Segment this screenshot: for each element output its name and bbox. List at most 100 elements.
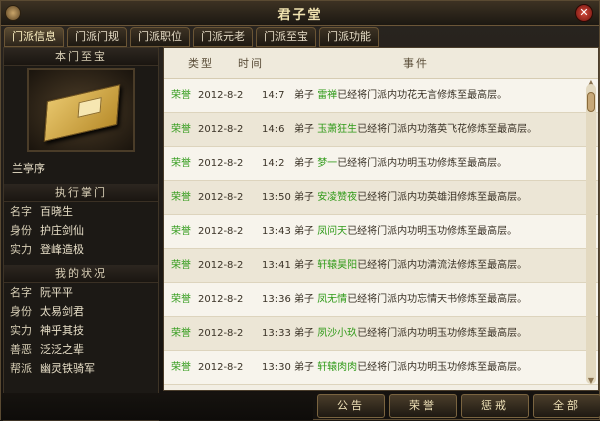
event-time: 13:33 bbox=[262, 328, 291, 339]
my-status-row: 帮派 幽灵铁骑军 bbox=[4, 359, 158, 378]
event-prefix: 弟子 bbox=[294, 90, 314, 101]
tab-sect-info[interactable]: 门派信息 bbox=[4, 27, 64, 47]
event-suffix: 已经将门派内功明玉功修炼至最高层。 bbox=[357, 362, 528, 373]
event-suffix: 已经将门派内功明玉功修炼至最高层。 bbox=[357, 328, 528, 339]
treasure-header: 本门至宝 bbox=[4, 48, 158, 66]
event-text: 弟子 梦一已经将门派内功明玉功修炼至最高层。 bbox=[294, 147, 598, 180]
close-icon: ✕ bbox=[579, 6, 589, 19]
event-prefix: 弟子 bbox=[294, 192, 314, 203]
treasure-name: 兰亭序 bbox=[12, 162, 45, 175]
tab-bar: 门派信息 门派门规 门派职位 门派元老 门派至宝 门派功能 bbox=[1, 27, 599, 49]
event-suffix: 已经将门派内功花无言修炼至最高层。 bbox=[337, 90, 508, 101]
event-date: 2012-8-2 bbox=[198, 260, 244, 271]
event-text: 弟子 轩辕昊阳已经将门派内功清流法修炼至最高层。 bbox=[294, 249, 598, 282]
disciple-name-link[interactable]: 轩辕昊阳 bbox=[317, 260, 357, 271]
leader-value-identity: 护庄剑仙 bbox=[40, 224, 84, 237]
event-prefix: 弟子 bbox=[294, 328, 314, 339]
scroll-thumb[interactable] bbox=[587, 92, 595, 112]
my-label-guild: 帮派 bbox=[10, 362, 32, 375]
header-type: 类型 bbox=[188, 57, 214, 70]
event-date: 2012-8-2 bbox=[198, 226, 244, 237]
event-date: 2012-8-2 bbox=[198, 328, 244, 339]
my-label-morality: 善恶 bbox=[10, 343, 32, 356]
event-type: 荣誉 bbox=[171, 158, 191, 169]
close-button[interactable]: ✕ bbox=[575, 4, 593, 22]
my-status-row: 身份 太易剑君 bbox=[4, 302, 158, 321]
title-bar: 君子堂 ✕ bbox=[1, 1, 599, 26]
event-time: 13:41 bbox=[262, 260, 291, 271]
event-text: 弟子 玉萧狂生已经将门派内功落英飞花修炼至最高层。 bbox=[294, 113, 598, 146]
leader-row: 名字 百晓生 bbox=[4, 202, 158, 221]
table-row: 荣誉 2012-8-2 13:50 弟子 安凌赞夜已经将门派内功英雄泪修炼至最高层。 bbox=[164, 181, 598, 215]
disciple-name-link[interactable]: 凤问天 bbox=[317, 226, 347, 237]
event-text: 弟子 凤问天已经将门派内功明玉功修炼至最高层。 bbox=[294, 215, 598, 248]
event-type: 荣誉 bbox=[171, 226, 191, 237]
treasure-image bbox=[27, 68, 135, 152]
book-icon bbox=[43, 84, 121, 142]
leader-value-name: 百晓生 bbox=[40, 205, 73, 218]
my-label-strength: 实力 bbox=[10, 324, 32, 337]
event-log-panel: 类型 时间 事件 荣誉 2012-8-2 14:7 弟子 雷禅已经将门派内功花无言修炼… bbox=[163, 47, 599, 391]
event-time: 14:7 bbox=[262, 90, 285, 101]
punishment-button[interactable]: 惩戒 bbox=[461, 394, 529, 418]
table-row: 荣誉 2012-8-2 14:6 弟子 玉萧狂生已经将门派内功落英飞花修炼至最高层。 bbox=[164, 113, 598, 147]
tab-sect-elders[interactable]: 门派元老 bbox=[193, 27, 253, 47]
event-suffix: 已经将门派内功英雄泪修炼至最高层。 bbox=[357, 192, 528, 203]
event-prefix: 弟子 bbox=[294, 362, 314, 373]
event-type: 荣誉 bbox=[171, 294, 191, 305]
event-date: 2012-8-2 bbox=[198, 294, 244, 305]
disciple-name-link[interactable]: 凤无情 bbox=[317, 294, 347, 305]
event-prefix: 弟子 bbox=[294, 158, 314, 169]
tab-sect-functions[interactable]: 门派功能 bbox=[319, 27, 379, 47]
event-time: 14:2 bbox=[262, 158, 285, 169]
event-time: 13:43 bbox=[262, 226, 291, 237]
sect-window: 君子堂 ✕ 门派信息 门派门规 门派职位 门派元老 门派至宝 门派功能 本门至宝… bbox=[0, 0, 600, 421]
event-type: 荣誉 bbox=[171, 362, 191, 373]
announcement-button[interactable]: 公告 bbox=[317, 394, 385, 418]
my-value-morality: 泛泛之辈 bbox=[40, 343, 84, 356]
event-date: 2012-8-2 bbox=[198, 90, 244, 101]
my-status-header: 我的状况 bbox=[4, 265, 158, 283]
disciple-name-link[interactable]: 安凌赞夜 bbox=[317, 192, 357, 203]
disciple-name-link[interactable]: 雷禅 bbox=[317, 90, 337, 101]
tab-sect-treasure[interactable]: 门派至宝 bbox=[256, 27, 316, 47]
my-label-identity: 身份 bbox=[10, 305, 32, 318]
event-prefix: 弟子 bbox=[294, 260, 314, 271]
event-text: 弟子 安凌赞夜已经将门派内功英雄泪修炼至最高层。 bbox=[294, 181, 598, 214]
event-text: 弟子 轩辕肉肉已经将门派内功明玉功修炼至最高层。 bbox=[294, 351, 598, 384]
filter-buttons: 公告 荣誉 惩戒 全部 bbox=[317, 394, 600, 418]
event-suffix: 已经将门派内功忘情天书修炼至最高层。 bbox=[347, 294, 528, 305]
event-suffix: 已经将门派内功清流法修炼至最高层。 bbox=[357, 260, 528, 271]
tab-sect-rules[interactable]: 门派门规 bbox=[67, 27, 127, 47]
my-status-row: 名字 阮平平 bbox=[4, 283, 158, 302]
leader-row: 实力 登峰造极 bbox=[4, 240, 158, 259]
event-time: 14:6 bbox=[262, 124, 285, 135]
event-prefix: 弟子 bbox=[294, 294, 314, 305]
event-type: 荣誉 bbox=[171, 124, 191, 135]
disciple-name-link[interactable]: 轩辕肉肉 bbox=[317, 362, 357, 373]
window-title: 君子堂 bbox=[277, 8, 323, 23]
event-list: 荣誉 2012-8-2 14:7 弟子 雷禅已经将门派内功花无言修炼至最高层。 荣誉 20… bbox=[164, 79, 598, 385]
tab-sect-positions[interactable]: 门派职位 bbox=[130, 27, 190, 47]
honor-button[interactable]: 荣誉 bbox=[389, 394, 457, 418]
table-row: 荣誉 2012-8-2 13:41 弟子 轩辕昊阳已经将门派内功清流法修炼至最高层。 bbox=[164, 249, 598, 283]
disciple-name-link[interactable]: 梦一 bbox=[317, 158, 337, 169]
leader-header: 执行掌门 bbox=[4, 184, 158, 202]
disciple-name-link[interactable]: 夙沙小玖 bbox=[317, 328, 357, 339]
scrollbar[interactable] bbox=[586, 84, 596, 384]
disciple-name-link[interactable]: 玉萧狂生 bbox=[317, 124, 357, 135]
table-row: 荣誉 2012-8-2 13:30 弟子 轩辕肉肉已经将门派内功明玉功修炼至最高层。 bbox=[164, 351, 598, 385]
my-value-guild: 幽灵铁骑军 bbox=[40, 362, 95, 375]
event-time: 13:30 bbox=[262, 362, 291, 373]
all-button[interactable]: 全部 bbox=[533, 394, 600, 418]
my-label-name: 名字 bbox=[10, 286, 32, 299]
event-text: 弟子 夙沙小玖已经将门派内功明玉功修炼至最高层。 bbox=[294, 317, 598, 350]
my-value-identity: 太易剑君 bbox=[40, 305, 84, 318]
header-event: 事件 bbox=[403, 57, 429, 70]
event-type: 荣誉 bbox=[171, 260, 191, 271]
bottom-strip bbox=[1, 393, 313, 420]
header-time: 时间 bbox=[238, 57, 264, 70]
scroll-down-icon[interactable]: ▼ bbox=[586, 376, 596, 386]
event-type: 荣誉 bbox=[171, 328, 191, 339]
table-header: 类型 时间 事件 bbox=[164, 48, 598, 79]
